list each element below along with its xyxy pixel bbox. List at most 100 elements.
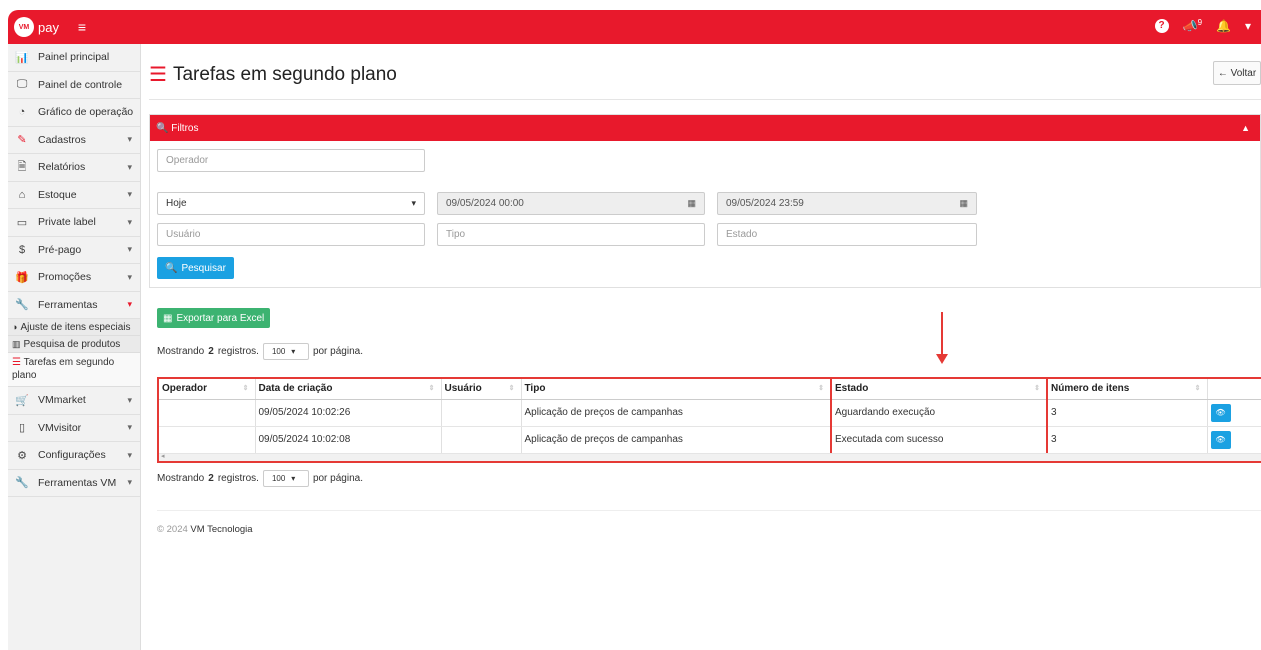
help-icon[interactable]: ?	[1154, 18, 1169, 33]
col-tipo[interactable]: Tipo ⇕	[521, 379, 832, 400]
sidebar-item-vmmarket[interactable]: 🛒 VMmarket ▾	[8, 387, 140, 415]
search-button[interactable]: 🔍 Pesquisar	[157, 257, 234, 279]
chevron-down-icon: ▾	[127, 244, 132, 255]
filters-header[interactable]: 🔍 Filtros ▲	[150, 115, 1260, 141]
bell-icon[interactable]: 🔔	[1216, 19, 1231, 33]
sidebar-subitem-label: Ajuste de itens especiais	[20, 321, 131, 333]
sidebar-item-grafico-operacao[interactable]: ◔ Gráfico de operação	[8, 99, 140, 127]
sidebar-item-cadastros[interactable]: ✎ Cadastros ▾	[8, 127, 140, 154]
search-icon: 🔍	[165, 262, 178, 274]
col-numero-itens[interactable]: Número de itens ⇕	[1047, 379, 1208, 400]
col-label: Usuário	[444, 383, 482, 395]
col-operador[interactable]: Operador ⇕	[159, 379, 256, 400]
gears-icon: ⚙	[17, 449, 27, 462]
period-select[interactable]: Hoje ▾	[157, 192, 425, 215]
chevron-down-icon: ▾	[127, 449, 132, 460]
sidebar-item-label: VMmarket	[38, 394, 86, 407]
sort-icon: ⇕	[1034, 385, 1040, 392]
scroll-left-icon[interactable]: ◂	[161, 452, 165, 460]
cell-usuario	[441, 426, 522, 454]
per-page-select[interactable]: 100 ▾	[262, 470, 309, 487]
gift-icon: 🎁	[15, 271, 29, 284]
per-page-value: 100	[271, 347, 286, 356]
horizontal-scrollbar[interactable]: ◂ ▸	[159, 453, 1261, 461]
col-usuario[interactable]: Usuário ⇕	[441, 379, 522, 400]
date-end-value: 09/05/2024 23:59	[726, 198, 804, 209]
sidebar-subitem-pesquisa-produtos[interactable]: ▥ Pesquisa de produtos	[8, 336, 140, 353]
search-icon: 🔍	[156, 122, 172, 134]
chevron-down-icon: ▾	[127, 134, 132, 145]
list-icon: ☰	[149, 64, 167, 86]
sidebar-item-vmvisitor[interactable]: ▯ VMvisitor ▾	[8, 415, 140, 442]
col-estado[interactable]: Estado ⇕	[830, 379, 1048, 400]
sort-icon: ⇕	[1194, 385, 1201, 392]
sort-icon: ⇕	[508, 385, 515, 392]
cell-tipo: Aplicação de preços de campanhas	[521, 399, 832, 427]
sidebar-item-pre-pago[interactable]: $ Pré-pago ▾	[8, 237, 140, 264]
eye-icon[interactable]: 👁	[1210, 403, 1231, 422]
per-page-select[interactable]: 100 ▾	[262, 343, 309, 360]
usuario-placeholder: Usuário	[166, 229, 201, 240]
sidebar-item-estoque[interactable]: ⌂ Estoque ▾	[8, 182, 140, 209]
calendar-icon[interactable]: ▦	[959, 198, 968, 209]
cell-data: 09/05/2024 10:02:08	[255, 426, 442, 454]
barcode-icon: ▥	[12, 338, 21, 349]
col-label: Operador	[162, 383, 208, 395]
pager-count: 2	[208, 473, 214, 484]
sidebar-item-promocoes[interactable]: 🎁 Promoções ▾	[8, 264, 140, 292]
export-excel-button[interactable]: ▦ Exportar para Excel	[157, 308, 271, 328]
export-label: Exportar para Excel	[176, 312, 265, 324]
sidebar-item-ferramentas[interactable]: 🔧 Ferramentas ▾	[8, 292, 140, 319]
notification-count: 9	[1197, 18, 1203, 27]
logo[interactable]: VM pay	[14, 17, 59, 37]
date-end-field[interactable]: 09/05/2024 23:59 ▦	[717, 192, 977, 215]
chevron-up-icon[interactable]: ▲	[1241, 123, 1250, 133]
pager-bottom: Mostrando 2 registros. 100 ▾ por página.	[157, 470, 363, 487]
cell-actions: 👁	[1207, 426, 1261, 454]
sidebar-item-private-label[interactable]: ▭ Private label ▾	[8, 209, 140, 237]
chevron-down-icon: ▾	[127, 271, 132, 282]
sidebar-item-label: Private label	[38, 216, 96, 229]
sidebar-item-ferramentas-vm[interactable]: 🔧 Ferramentas VM ▾	[8, 470, 140, 497]
pager-count: 2	[208, 346, 214, 357]
usuario-field[interactable]: Usuário	[157, 223, 425, 246]
megaphone-icon[interactable]: 📣9	[1183, 18, 1202, 33]
col-label: Data de criação	[258, 383, 333, 395]
sidebar-item-label: Painel de controle	[38, 78, 123, 91]
arrow-left-icon: ←	[1217, 67, 1231, 79]
grid-icon: ▦	[163, 312, 173, 324]
footer-company: VM Tecnologia	[190, 524, 253, 535]
tipo-placeholder: Tipo	[446, 229, 466, 240]
user-dropdown-icon[interactable]: ▾	[1245, 19, 1251, 33]
page-header: ☰ Tarefas em segundo plano	[149, 62, 397, 87]
menu-toggle-icon[interactable]: ≡	[72, 17, 92, 37]
calendar-icon[interactable]: ▦	[687, 198, 696, 209]
monitor-icon: 🖵	[16, 78, 28, 91]
col-data-criacao[interactable]: Data de criação ⇕	[255, 379, 442, 400]
sidebar-item-configuracoes[interactable]: ⚙ Configurações ▾	[8, 442, 140, 470]
date-start-field[interactable]: 09/05/2024 00:00 ▦	[437, 192, 705, 215]
cell-operador	[159, 399, 256, 427]
divider	[157, 510, 1261, 511]
sidebar-subitem-label: Pesquisa de produtos	[23, 338, 121, 350]
wrench-icon: 🔧	[15, 299, 29, 312]
home-icon: ⌂	[18, 188, 26, 201]
chevron-down-icon: ▾	[127, 299, 132, 310]
back-button[interactable]: ← Voltar	[1213, 61, 1261, 85]
sidebar-item-label: Relatórios	[38, 161, 86, 174]
sidebar-item-label: Estoque	[38, 188, 77, 201]
sidebar-subitem-tarefas[interactable]: ☰ Tarefas em segundo plano	[8, 353, 140, 387]
sidebar-item-relatorios[interactable]: 🗎 Relatórios ▾	[8, 154, 140, 182]
operador-field[interactable]: Operador	[157, 149, 425, 172]
sidebar-subitem-ajuste-itens[interactable]: ◑ Ajuste de itens especiais	[8, 319, 140, 336]
sidebar: 📊 Painel principal 🖵 Painel de controle …	[8, 44, 141, 650]
eye-icon[interactable]: 👁	[1210, 430, 1231, 449]
logo-badge: VM	[14, 17, 34, 37]
estado-field[interactable]: Estado	[717, 223, 977, 246]
tipo-field[interactable]: Tipo	[437, 223, 705, 246]
sidebar-item-painel-controle[interactable]: 🖵 Painel de controle	[8, 72, 140, 99]
footer-copyright: © 2024	[157, 524, 188, 535]
sidebar-item-painel-principal[interactable]: 📊 Painel principal	[8, 44, 140, 72]
estado-placeholder: Estado	[726, 229, 758, 240]
table-header-row: Operador ⇕ Data de criação ⇕ Usuário ⇕ Tipo…	[159, 379, 1261, 400]
